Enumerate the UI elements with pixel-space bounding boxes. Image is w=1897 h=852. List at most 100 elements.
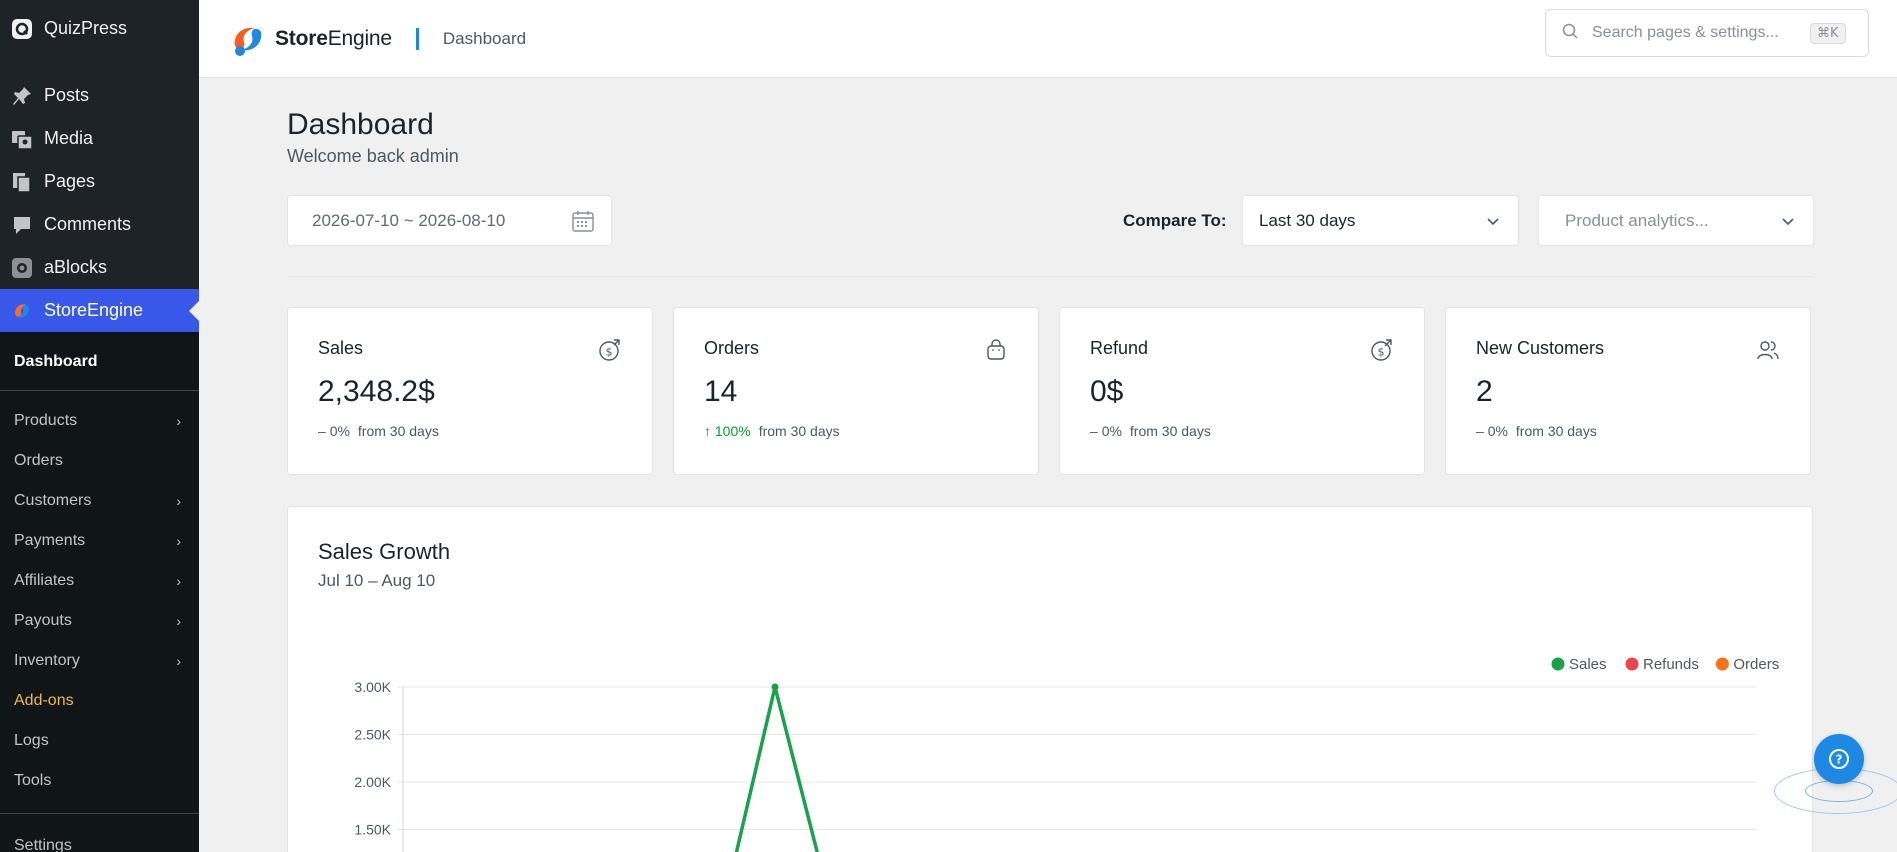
submenu-dashboard[interactable]: Dashboard	[0, 340, 199, 384]
help-question-icon: ?	[1829, 749, 1849, 769]
search-input[interactable]	[1592, 24, 1802, 42]
date-range-picker[interactable]: 2026-07-10 ~ 2026-08-10	[287, 195, 612, 246]
stat-card-value: 2,348.2$	[318, 375, 435, 408]
filter-bar: 2026-07-10 ~ 2026-08-10 Compare To: Last…	[287, 195, 1814, 247]
help-button[interactable]: ?	[1814, 734, 1864, 784]
submenu-divider	[0, 390, 199, 391]
wp-menu-storeengine[interactable]: StoreEngine	[0, 289, 199, 332]
wp-menu-quizpress[interactable]: QuizPress	[0, 7, 199, 50]
y-tick-label: 2.00K	[354, 774, 391, 790]
stat-card-refund: Refund $ 0$ – 0% from 30 days	[1059, 307, 1425, 475]
brand-name: StoreEngine	[275, 26, 392, 50]
submenu-settings[interactable]: Settings	[0, 826, 199, 852]
stat-card-title: Orders	[704, 338, 760, 358]
wp-menu-label: Pages	[44, 171, 96, 191]
wp-menu-comments[interactable]: Comments	[0, 203, 199, 246]
product-analytics-select[interactable]: Product analytics...	[1538, 195, 1814, 246]
select-placeholder: Product analytics...	[1565, 210, 1709, 230]
stat-card-orders: Orders 14 ↑ 100% from 30 days	[673, 307, 1039, 475]
pages-icon	[10, 170, 34, 194]
svg-text:$: $	[1378, 346, 1385, 359]
stat-card-title: New Customers	[1476, 338, 1605, 358]
ablocks-icon	[10, 256, 34, 280]
chevron-right-icon: ›	[176, 533, 181, 549]
section-divider	[287, 276, 1813, 277]
wp-menu-pages[interactable]: Pages	[0, 160, 199, 203]
submenu-payouts[interactable]: Payouts ›	[0, 601, 199, 641]
svg-text:?: ?	[1836, 753, 1843, 767]
quizpress-icon	[10, 17, 34, 41]
stat-card-delta: – 0% from 30 days	[1090, 423, 1211, 439]
stat-card-delta: – 0% from 30 days	[1476, 423, 1597, 439]
compare-to-label: Compare To:	[1123, 211, 1227, 230]
submenu-customers[interactable]: Customers ›	[0, 481, 199, 521]
users-icon	[1757, 341, 1779, 360]
stat-cards: Sales $ 2,348.2$ – 0% from 30 days Orders…	[287, 307, 1812, 475]
stat-card-value: 2	[1476, 375, 1493, 408]
submenu-divider	[0, 813, 199, 814]
submenu-label: Customers	[14, 492, 92, 509]
wp-admin-sidebar: QuizPress Posts Media Pages Comments aBl…	[0, 0, 199, 852]
y-tick-label: 2.50K	[354, 727, 391, 743]
chevron-down-icon	[1781, 214, 1795, 234]
legend-label: Refunds	[1643, 656, 1699, 673]
y-tick-label: 1.50K	[354, 822, 391, 838]
wp-menu-label: aBlocks	[44, 257, 108, 277]
stat-card-title: Refund	[1090, 338, 1149, 358]
wp-menu-label: StoreEngine	[44, 300, 144, 320]
submenu-products[interactable]: Products ›	[0, 401, 199, 441]
pushpin-icon	[10, 84, 34, 108]
dashboard-main: Dashboard Welcome back admin 2026-07-10 …	[287, 78, 1814, 852]
submenu-inventory[interactable]: Inventory ›	[0, 641, 199, 681]
select-value: Last 30 days	[1259, 210, 1356, 230]
submenu-label: Affiliates	[14, 572, 75, 589]
legend-label: Sales	[1569, 656, 1607, 673]
wp-menu-label: Media	[44, 128, 94, 148]
wp-menu-media[interactable]: Media	[0, 117, 199, 160]
sales-series-line	[734, 685, 819, 852]
wp-menu-ablocks[interactable]: aBlocks	[0, 246, 199, 289]
storeengine-logo-icon	[234, 27, 262, 56]
submenu-label: Orders	[14, 452, 63, 469]
stat-card-sales: Sales $ 2,348.2$ – 0% from 30 days	[287, 307, 653, 475]
chevron-right-icon: ›	[176, 493, 181, 509]
stat-card-value: 0$	[1090, 375, 1124, 408]
header-divider	[415, 27, 419, 50]
storeengine-icon	[10, 299, 34, 323]
brand[interactable]: StoreEngine	[229, 20, 392, 58]
submenu-payments[interactable]: Payments ›	[0, 521, 199, 561]
calendar-icon	[571, 209, 595, 238]
storeengine-submenu: Dashboard Products › Orders Customers › …	[0, 332, 199, 852]
submenu-tools[interactable]: Tools	[0, 761, 199, 801]
legend-label: Orders	[1733, 656, 1779, 673]
submenu-addons[interactable]: Add-ons	[0, 681, 199, 721]
search-box[interactable]: ⌘K	[1545, 9, 1869, 57]
breadcrumb: Dashboard	[442, 28, 527, 48]
stat-card-value: 14	[704, 375, 738, 408]
page-subtitle: Welcome back admin	[287, 146, 459, 166]
sales-growth-panel: Sales Growth Jul 10 – Aug 10 3.00K 2.50K 2…	[287, 506, 1813, 852]
dollar-in-icon: $	[599, 339, 620, 361]
submenu-label: Products	[14, 412, 78, 429]
chevron-right-icon: ›	[176, 573, 181, 589]
submenu-label: Dashboard	[14, 353, 98, 370]
submenu-label: Payouts	[14, 612, 72, 629]
submenu-label: Payments	[14, 532, 86, 549]
date-range-value: 2026-07-10 ~ 2026-08-10	[312, 210, 506, 230]
submenu-affiliates[interactable]: Affiliates ›	[0, 561, 199, 601]
submenu-logs[interactable]: Logs	[0, 721, 199, 761]
search-icon	[1562, 23, 1578, 44]
app-header: StoreEngine Dashboard ⌘K	[199, 0, 1897, 78]
comment-icon	[10, 213, 34, 237]
compare-period-select[interactable]: Last 30 days	[1242, 195, 1519, 246]
wp-menu-label: Comments	[44, 214, 132, 234]
stat-card-new-customers: New Customers 2 – 0% from 30 days	[1445, 307, 1811, 475]
sales-growth-chart: 3.00K 2.50K 2.00K 1.50K Sales Refunds Orders	[354, 656, 1779, 852]
keyboard-shortcut-badge: ⌘K	[1810, 22, 1846, 44]
legend-marker	[1551, 657, 1565, 671]
legend-marker	[1715, 657, 1729, 671]
wp-menu-posts[interactable]: Posts	[0, 74, 199, 117]
chevron-right-icon: ›	[176, 653, 181, 669]
submenu-orders[interactable]: Orders	[0, 441, 199, 481]
dollar-out-icon: $	[1371, 339, 1392, 361]
